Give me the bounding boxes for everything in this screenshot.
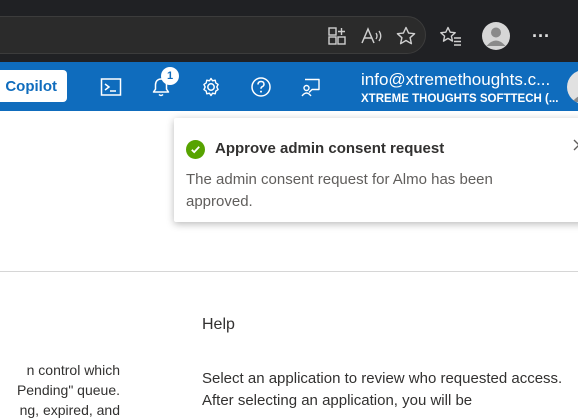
read-aloud-icon[interactable] — [359, 23, 385, 49]
toast-title: Approve admin consent request — [215, 140, 445, 157]
account-email[interactable]: info@xtremethoughts.c... — [361, 70, 550, 90]
portal-header: Copilot 1 info@xtremethoughts.c... XTREM… — [0, 62, 578, 111]
favorite-star-icon[interactable] — [393, 23, 419, 49]
section-divider — [0, 271, 578, 272]
description-line: ng, expired, and — [19, 402, 120, 418]
toast-message: The admin consent request for Almo has b… — [186, 171, 493, 210]
user-avatar[interactable] — [567, 70, 578, 104]
feedback-icon[interactable] — [298, 74, 324, 100]
copilot-button[interactable]: Copilot — [0, 70, 67, 102]
cloud-shell-icon[interactable] — [98, 74, 124, 100]
browser-toolbar: ··· — [0, 0, 578, 62]
success-check-icon — [186, 140, 205, 159]
profile-icon[interactable] — [481, 21, 511, 51]
description-line: n control which — [26, 362, 120, 378]
notification-count-badge: 1 — [161, 67, 179, 85]
favorites-list-icon[interactable] — [438, 23, 464, 49]
more-icon[interactable]: ··· — [528, 23, 554, 49]
description-text: n control which Pending" queue. ng, expi… — [0, 360, 120, 420]
settings-gear-icon[interactable] — [198, 74, 224, 100]
help-body-text: Select an application to review who requ… — [202, 370, 563, 409]
description-line: Pending" queue. — [16, 382, 120, 398]
help-question-icon[interactable] — [248, 74, 274, 100]
app-add-icon[interactable] — [324, 23, 350, 49]
notification-toast: Approve admin consent request The admin … — [174, 118, 578, 222]
account-organization[interactable]: XTREME THOUGHTS SOFTTECH (... — [361, 93, 558, 105]
close-icon[interactable] — [572, 138, 578, 152]
help-heading: Help — [202, 316, 235, 333]
